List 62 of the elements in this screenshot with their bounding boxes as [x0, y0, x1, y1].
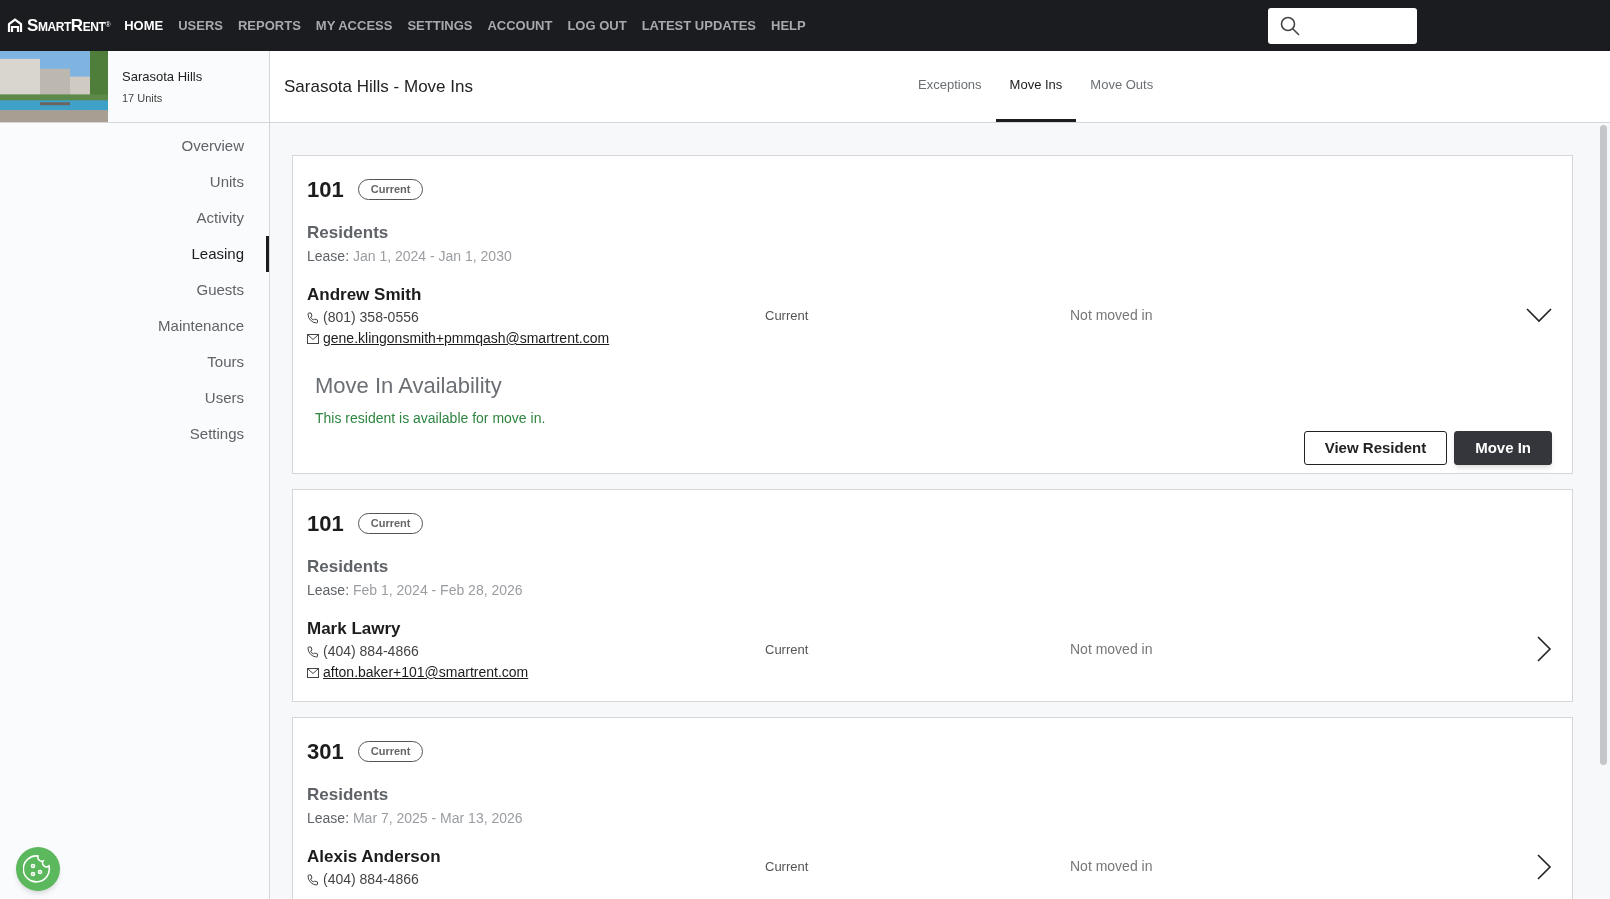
lease-dates: Lease: Feb 1, 2024 - Feb 28, 2026 — [307, 580, 523, 600]
unit-number: 101 — [307, 176, 344, 204]
resident-status: Current — [765, 306, 809, 325]
nav-link[interactable]: REPORTS — [238, 15, 301, 36]
resident-status: Current — [765, 858, 809, 876]
sidebar-item[interactable]: Users — [204, 380, 269, 416]
move-status: Not moved in — [1070, 305, 1153, 325]
page-title: Sarasota Hills - Move Ins — [284, 75, 473, 98]
house-logo-icon — [7, 18, 23, 33]
phone-icon — [307, 645, 319, 658]
mail-icon — [307, 333, 319, 344]
search-field[interactable] — [1268, 7, 1417, 44]
availability-message: This resident is available for move in. — [315, 409, 546, 428]
page-tab[interactable]: Exceptions — [904, 51, 996, 122]
sidebar-item[interactable]: Maintenance — [158, 308, 269, 344]
brand-logo: SmartRent$^{®}$ — [27, 14, 111, 37]
sidebar-item[interactable]: Settings — [189, 416, 269, 452]
residents-heading: Residents — [307, 556, 389, 578]
nav-link[interactable]: ACCOUNT — [487, 15, 553, 36]
phone-icon — [307, 873, 319, 886]
availability-heading: Move In Availability — [315, 372, 502, 400]
cookie-icon — [23, 854, 53, 884]
view-resident-button[interactable]: View Resident — [1303, 431, 1448, 465]
resident-name: Mark Lawry — [307, 617, 401, 640]
search-icon — [1280, 15, 1300, 36]
property-name: Sarasota Hills — [122, 68, 203, 86]
residents-heading: Residents — [307, 784, 389, 806]
resident-name: Alexis Anderson — [307, 845, 441, 868]
nav-link[interactable]: SETTINGS — [407, 15, 473, 36]
phone-icon — [307, 311, 319, 324]
sidebar-item[interactable]: Overview — [181, 128, 269, 164]
chevron-right-icon[interactable] — [1537, 853, 1552, 880]
sidebar-item[interactable]: Units — [209, 164, 269, 200]
resident-status: Current — [765, 640, 809, 659]
resident-name: Andrew Smith — [307, 283, 422, 306]
nav-link[interactable]: LOG OUT — [567, 15, 627, 36]
chevron-down-icon[interactable] — [1526, 307, 1552, 323]
chevron-right-icon[interactable] — [1537, 636, 1552, 663]
lease-dates: Lease: Jan 1, 2024 - Jan 1, 2030 — [307, 246, 512, 266]
mail-icon — [307, 667, 319, 678]
unit-count: 17 Units — [122, 90, 163, 106]
residents-heading: Residents — [307, 222, 389, 244]
sidebar-item[interactable]: Activity — [196, 200, 269, 236]
page-tab[interactable]: Move Outs — [1076, 51, 1168, 122]
nav-link[interactable]: LATEST UPDATES — [641, 15, 756, 36]
sidebar-item[interactable]: Tours — [207, 344, 269, 380]
phone-number: (404) 884-4866 — [323, 642, 419, 661]
lease-dates: Lease: Mar 7, 2025 - Mar 13, 2026 — [307, 808, 523, 828]
unit-number: 101 — [307, 510, 344, 538]
email-link[interactable]: afton.baker+101@smartrent.com — [323, 662, 529, 683]
unit-number: 301 — [307, 738, 344, 766]
nav-link[interactable]: MY ACCESS — [315, 15, 393, 36]
nav-link[interactable]: USERS — [178, 15, 223, 36]
nav-link[interactable]: HELP — [771, 15, 806, 36]
move-in-button[interactable]: Move In — [1454, 431, 1552, 465]
move-status: Not moved in — [1070, 639, 1153, 659]
phone-number: (404) 884-4866 — [323, 870, 419, 889]
nav-link[interactable]: HOME — [124, 15, 164, 36]
move-status: Not moved in — [1070, 857, 1153, 877]
email-link[interactable]: gene.klingonsmith+pmmqash@smartrent.com — [323, 328, 610, 349]
sidebar-item[interactable]: Guests — [196, 272, 269, 308]
phone-number: (801) 358-0556 — [323, 308, 419, 327]
